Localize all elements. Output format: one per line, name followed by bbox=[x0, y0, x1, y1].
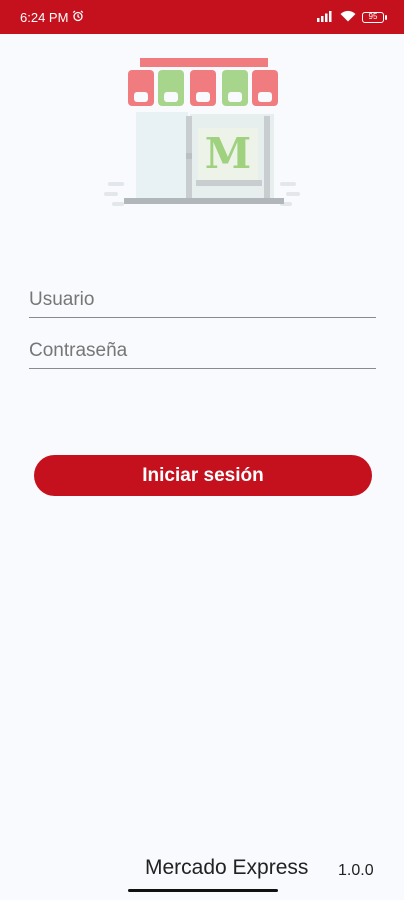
battery-icon: 95 bbox=[362, 11, 387, 23]
status-time: 6:24 PM bbox=[20, 9, 69, 25]
store-logo: M bbox=[100, 52, 304, 214]
status-left: 6:24 PM bbox=[20, 10, 84, 25]
status-bar: 6:24 PM 95 bbox=[0, 0, 404, 34]
store-illustration: M bbox=[104, 58, 300, 206]
signal-icon bbox=[316, 10, 334, 25]
app-version: 1.0.0 bbox=[338, 862, 374, 879]
home-indicator[interactable] bbox=[128, 889, 278, 892]
password-field-container bbox=[29, 333, 376, 369]
wifi-icon bbox=[340, 10, 356, 25]
app-name: Mercado Express bbox=[145, 856, 309, 879]
login-button[interactable]: Iniciar sesión bbox=[34, 455, 372, 496]
username-field-container bbox=[29, 282, 376, 318]
status-right: 95 bbox=[316, 10, 387, 25]
username-input[interactable] bbox=[29, 282, 376, 317]
alarm-icon bbox=[72, 10, 84, 25]
logo-letter: M bbox=[205, 129, 252, 178]
password-input[interactable] bbox=[29, 333, 376, 368]
